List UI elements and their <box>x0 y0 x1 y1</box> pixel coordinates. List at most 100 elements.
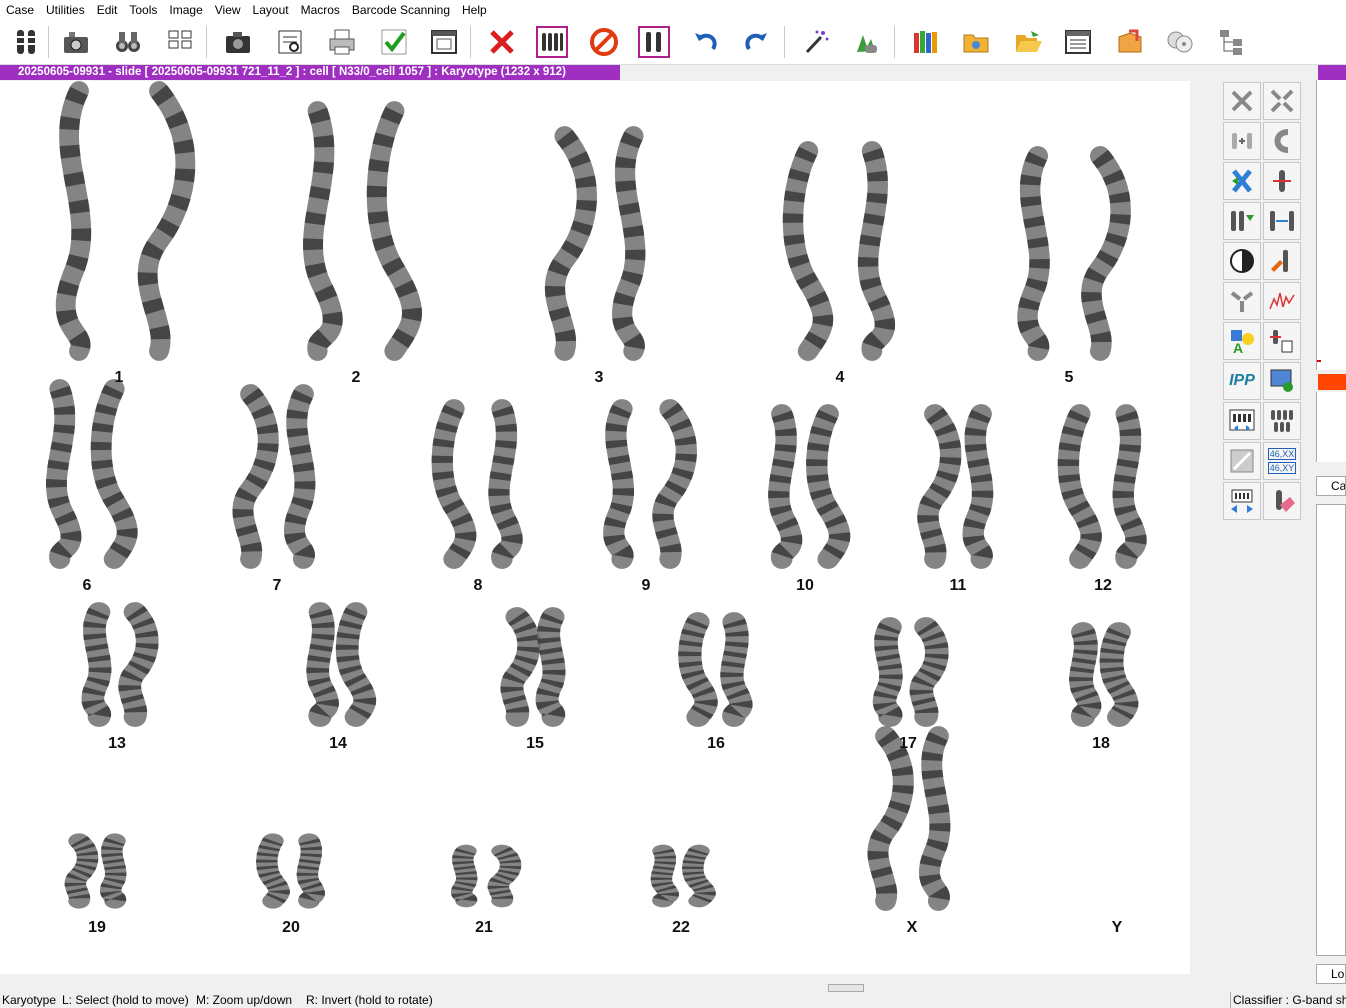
report-icon[interactable] <box>1060 24 1096 60</box>
tree-icon[interactable] <box>1214 24 1250 60</box>
sex-karyotype-icon[interactable]: 46,XX 46,XY <box>1263 442 1301 480</box>
hand-grab-icon[interactable] <box>1263 322 1301 360</box>
ipp-label: IPP <box>1229 372 1255 389</box>
paint-icon[interactable] <box>1263 242 1301 280</box>
binoculars-icon[interactable] <box>110 24 146 60</box>
book-library-icon[interactable] <box>908 24 944 60</box>
chromosome-label-11: 11 <box>949 577 967 594</box>
layout-arrows-icon[interactable] <box>1223 482 1261 520</box>
delete-icon[interactable] <box>1223 82 1261 120</box>
swap-icon[interactable] <box>1223 162 1261 200</box>
menu-barcode-scanning[interactable]: Barcode Scanning <box>346 0 456 20</box>
info-pane <box>1316 392 1346 462</box>
status-hint-right: R: Invert (hold to rotate) <box>306 993 433 1007</box>
stretch-icon[interactable] <box>1263 202 1301 240</box>
right-side-panel: Ca Lo <box>1316 64 1346 984</box>
bend-icon[interactable] <box>1263 122 1301 160</box>
magic-wand-icon[interactable] <box>798 24 834 60</box>
ca-button[interactable]: Ca <box>1316 476 1346 496</box>
ipp-icon[interactable]: IPP <box>1223 362 1261 400</box>
chromosome-label-20: 20 <box>282 919 300 936</box>
chromosome-label-18: 18 <box>1092 735 1110 752</box>
eraser-icon[interactable] <box>1263 482 1301 520</box>
pairs-icon[interactable] <box>1263 402 1301 440</box>
lo-button[interactable]: Lo <box>1316 964 1346 984</box>
orange-indicator <box>1318 374 1346 390</box>
annotate-icon[interactable]: A <box>1223 322 1261 360</box>
menu-image[interactable]: Image <box>163 0 208 20</box>
preview-pane <box>1316 80 1346 370</box>
window-icon[interactable] <box>426 24 462 60</box>
status-hint-middle: M: Zoom up/down <box>196 993 293 1007</box>
chromosome-label-15: 15 <box>526 735 544 752</box>
checkmark-icon[interactable] <box>376 24 412 60</box>
chromosome-label-4: 4 <box>835 369 845 386</box>
capture-camera-icon[interactable] <box>58 24 94 60</box>
chromosome-label-19: 19 <box>88 919 106 936</box>
undo-icon[interactable] <box>688 24 724 60</box>
chromosome-label-12: 12 <box>1094 577 1112 594</box>
sex-xy-label: 46,XY <box>1267 462 1297 474</box>
chromosome-label-8: 8 <box>473 577 483 594</box>
menu-tools[interactable]: Tools <box>123 0 163 20</box>
chromosome-label-9: 9 <box>641 577 651 594</box>
chromosome-label-2: 2 <box>351 369 361 386</box>
chromosome-label-17: 17 <box>899 735 917 752</box>
layout-grid-icon[interactable] <box>162 24 198 60</box>
status-hint-left: L: Select (hold to move) <box>62 993 189 1007</box>
join-icon[interactable] <box>1223 122 1261 160</box>
karyotype-canvas[interactable]: 1 2 3 4 5 6 7 8 9 10 11 12 13 14 15 16 17 18 19 20 21 22 X Y <box>0 81 1190 974</box>
chromosome-label-5: 5 <box>1064 369 1074 386</box>
chromosome-label-14: 14 <box>329 735 347 752</box>
menu-layout[interactable]: Layout <box>247 0 295 20</box>
sex-xx-label: 46,XX <box>1267 448 1297 460</box>
list-pane <box>1316 504 1346 956</box>
menu-case[interactable]: Case <box>0 0 40 20</box>
status-classifier: Classifier : G-band sho <box>1230 992 1346 1008</box>
inspect-icon[interactable] <box>272 24 308 60</box>
chromosome-label-13: 13 <box>108 735 126 752</box>
main-toolbar <box>0 20 1346 65</box>
chromosome-label-23: X <box>906 919 918 936</box>
window-title-bar: 20250605-09931 - slide [ 20250605-09931 … <box>0 65 620 80</box>
menu-edit[interactable]: Edit <box>91 0 124 20</box>
print-icon[interactable] <box>324 24 360 60</box>
karyotype-select-icon[interactable] <box>534 24 570 60</box>
chromosome-label-16: 16 <box>707 735 725 752</box>
delete-x-icon[interactable] <box>484 24 520 60</box>
menu-view[interactable]: View <box>209 0 247 20</box>
menu-macros[interactable]: Macros <box>295 0 346 20</box>
forbidden-icon[interactable] <box>586 24 622 60</box>
chromosome-label-1: 1 <box>114 369 124 386</box>
straighten-icon[interactable] <box>1223 282 1261 320</box>
contrast-icon[interactable] <box>1223 242 1261 280</box>
cut-chromosome-icon[interactable] <box>1263 162 1301 200</box>
karyotype-tools-panel: A IPP 46,XX 46,XY <box>1221 80 1303 520</box>
menu-help[interactable]: Help <box>456 0 493 20</box>
measure-icon[interactable] <box>1223 442 1261 480</box>
chromosome-label-10: 10 <box>796 577 814 594</box>
chromosome-pair-icon[interactable] <box>636 24 672 60</box>
redo-icon[interactable] <box>738 24 774 60</box>
status-mode: Karyotype <box>2 993 57 1007</box>
pointing-hand-icon[interactable] <box>848 24 884 60</box>
rearrange-icon[interactable] <box>1223 202 1261 240</box>
discs-icon[interactable] <box>1162 24 1198 60</box>
horizontal-scrollbar-thumb[interactable] <box>828 984 864 992</box>
chromosome-label-22: 22 <box>672 919 690 936</box>
menu-utilities[interactable]: Utilities <box>40 0 91 20</box>
chromosome-label-3: 3 <box>594 369 604 386</box>
karyotype-grid-icon[interactable] <box>1223 402 1261 440</box>
chromosome-label-6: 6 <box>82 577 92 594</box>
chromosome-label-7: 7 <box>272 577 282 594</box>
split-icon[interactable] <box>1263 82 1301 120</box>
profile-icon[interactable] <box>1263 282 1301 320</box>
open-folder-icon[interactable] <box>1010 24 1046 60</box>
export-icon[interactable] <box>1112 24 1148 60</box>
karyotype-icon[interactable] <box>8 24 44 60</box>
monitor-icon[interactable] <box>1263 362 1301 400</box>
svg-text:A: A <box>1233 340 1243 355</box>
settings-folder-icon[interactable] <box>958 24 994 60</box>
camera-icon[interactable] <box>220 24 256 60</box>
status-bar: Karyotype L: Select (hold to move) M: Zo… <box>0 992 1346 1008</box>
